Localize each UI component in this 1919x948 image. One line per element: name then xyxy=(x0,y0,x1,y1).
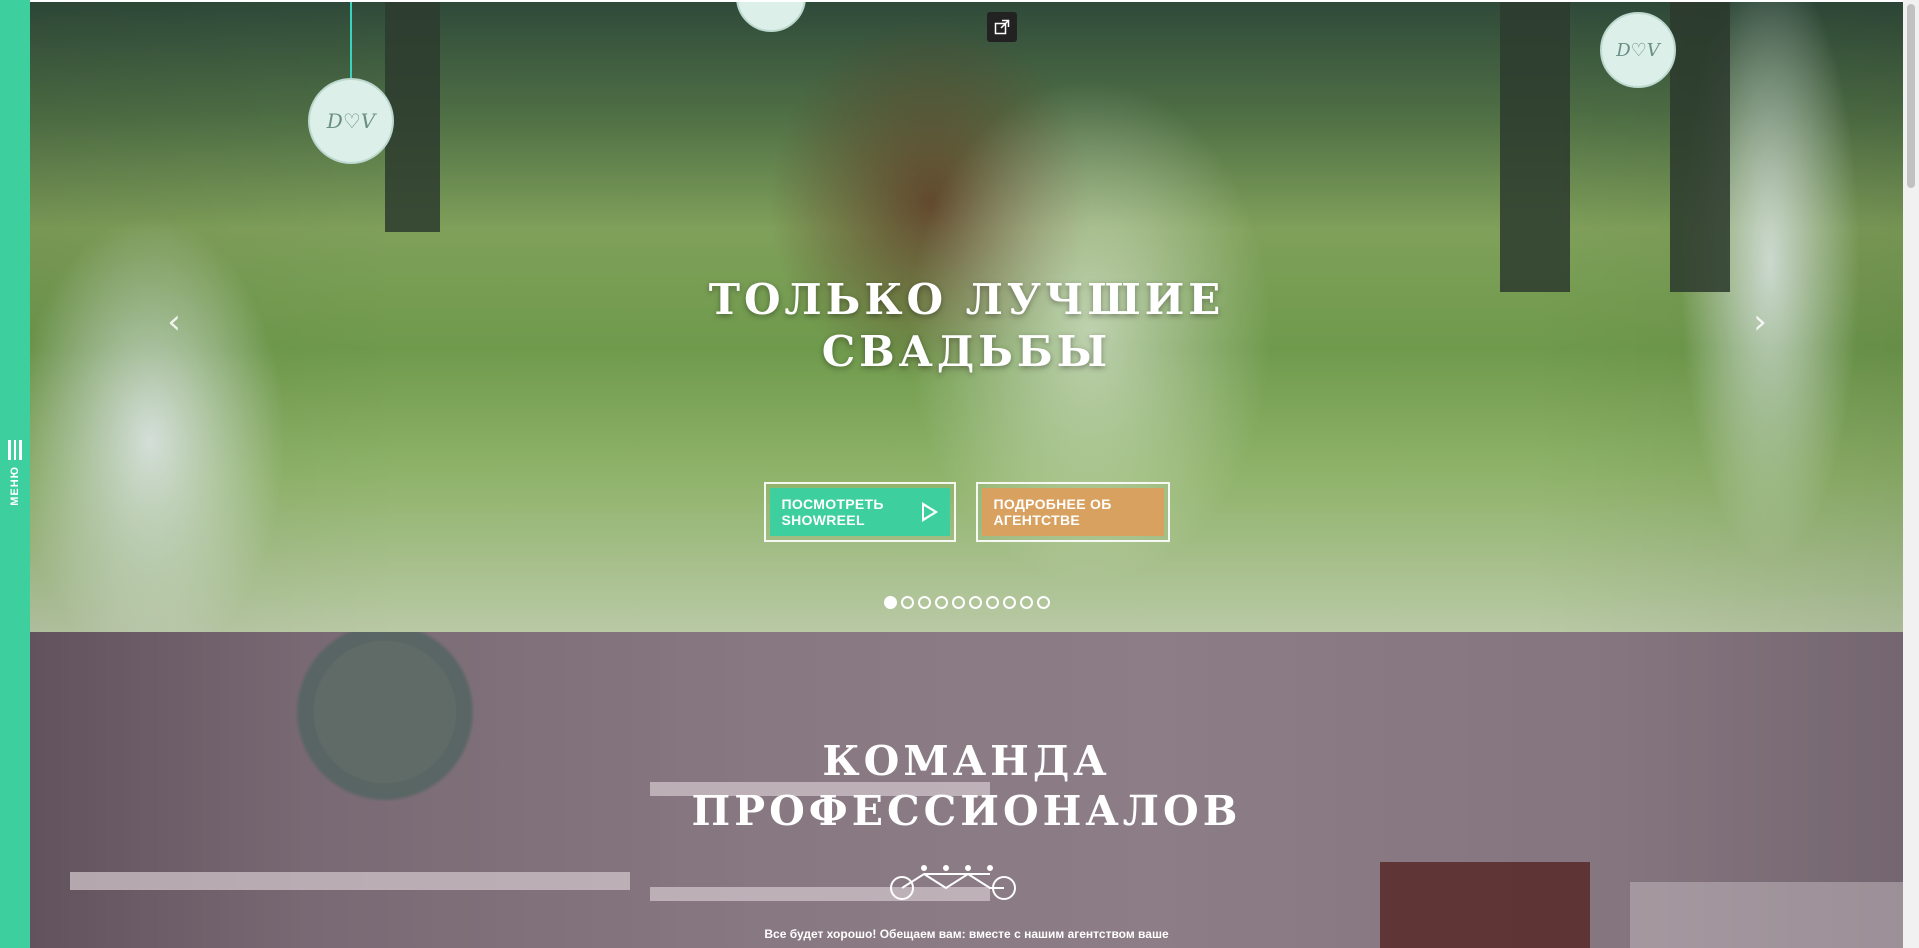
wedding-tag-decoration: D♡V xyxy=(1600,12,1676,88)
page-scrollbar[interactable] xyxy=(1903,0,1919,948)
team-title-line: КОМАНДА xyxy=(822,737,1111,785)
tag-string xyxy=(350,2,352,82)
slider-dot[interactable] xyxy=(985,596,999,609)
slider-dot[interactable] xyxy=(1019,596,1033,609)
team-title: КОМАНДА ПРОФЕССИОНАЛОВ xyxy=(30,736,1903,836)
play-icon xyxy=(921,502,938,522)
hero-cta-group: ПОСМОТРЕТЬ SHOWREEL ПОДРОБНЕЕ ОБ АГЕНТСТ… xyxy=(30,482,1903,542)
slider-dot[interactable] xyxy=(968,596,982,609)
slider-dot[interactable] xyxy=(900,596,914,609)
slider-dot[interactable] xyxy=(1036,596,1050,609)
background-shelf xyxy=(70,872,630,890)
menu-label: МЕНЮ xyxy=(9,466,21,506)
slider-dot[interactable] xyxy=(951,596,965,609)
wedding-tag-decoration: D♡V xyxy=(308,78,394,164)
background-tree xyxy=(1670,2,1730,292)
watch-showreel-button[interactable]: ПОСМОТРЕТЬ SHOWREEL xyxy=(763,482,956,542)
menu-toggle-button[interactable]: МЕНЮ xyxy=(0,430,30,520)
slider-dot[interactable] xyxy=(1002,596,1016,609)
slider-dot[interactable] xyxy=(934,596,948,609)
external-link-icon xyxy=(994,19,1010,35)
hero-title: ТОЛЬКО ЛУЧШИЕ СВАДЬБЫ xyxy=(30,274,1903,378)
showreel-button-label: ПОСМОТРЕТЬ SHOWREEL xyxy=(781,496,884,528)
hamburger-icon xyxy=(8,440,23,460)
tandem-bicycle-icon xyxy=(890,865,1016,900)
wedding-tag-text: D♡V xyxy=(326,109,376,133)
slider-dot[interactable] xyxy=(917,596,931,609)
hero-title-line: СВАДЬБЫ xyxy=(821,327,1112,376)
scrollbar-thumb[interactable] xyxy=(1907,4,1915,188)
hero-title-line: ТОЛЬКО ЛУЧШИЕ xyxy=(708,275,1225,324)
about-agency-button[interactable]: ПОДРОБНЕЕ ОБ АГЕНТСТВЕ xyxy=(975,482,1170,542)
team-title-line: ПРОФЕССИОНАЛОВ xyxy=(691,787,1242,835)
side-menu-rail: МЕНЮ xyxy=(0,0,30,948)
slider-pagination xyxy=(30,596,1903,609)
background-tree xyxy=(1500,2,1570,292)
team-intro-text: Все будет хорошо! Обещаем вам: вместе с … xyxy=(764,927,1169,941)
team-section: КОМАНДА ПРОФЕССИОНАЛОВ Все будет хорошо!… xyxy=(30,632,1903,948)
wedding-tag-text: D♡V xyxy=(1616,39,1660,61)
open-external-button[interactable] xyxy=(987,12,1017,42)
wedding-tag-decoration xyxy=(736,2,806,32)
hero-slider: D♡V D♡V ‹ › ТОЛЬКО ЛУЧШИЕ СВАДЬБЫ ПОСМОТ… xyxy=(30,2,1903,632)
about-button-label: ПОДРОБНЕЕ ОБ АГЕНТСТВЕ xyxy=(993,496,1112,528)
slider-dot[interactable] xyxy=(883,596,897,609)
